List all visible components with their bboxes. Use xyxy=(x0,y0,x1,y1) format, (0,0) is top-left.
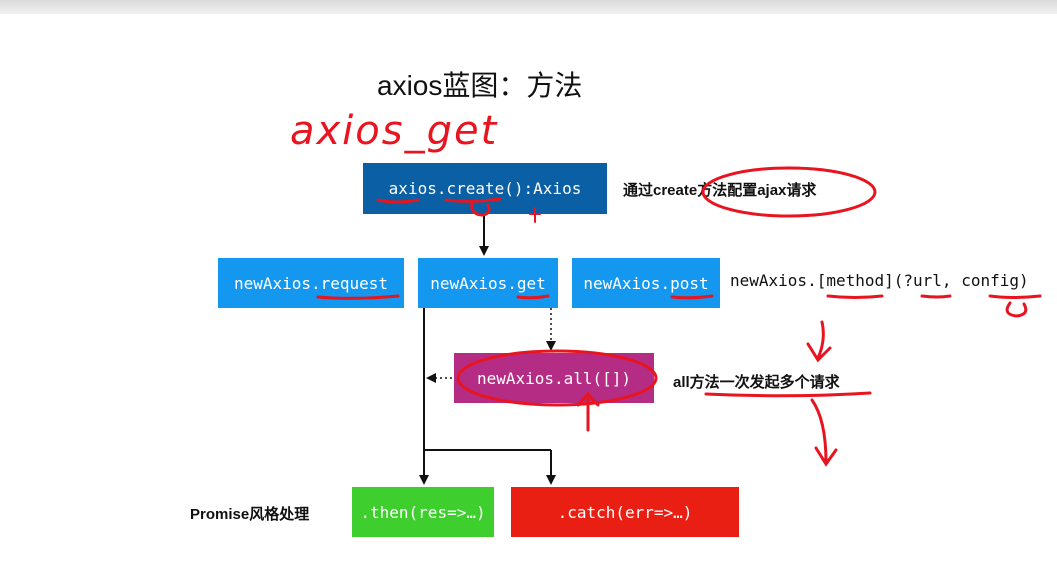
underline-url xyxy=(920,294,952,299)
scribble-config xyxy=(1005,301,1028,318)
underline-axios xyxy=(376,198,420,204)
arrow-down-lower xyxy=(810,398,838,467)
red-ink-marks xyxy=(316,166,1042,467)
circle-all-box xyxy=(456,349,658,407)
scribble-under-create xyxy=(470,201,491,217)
underline-all-description xyxy=(704,391,872,398)
underline-post xyxy=(670,294,714,300)
small-plus-mark xyxy=(529,207,541,223)
circle-create-description xyxy=(701,166,877,218)
underline-get xyxy=(516,294,550,300)
underline-method xyxy=(826,294,884,299)
underline-config xyxy=(988,294,1042,299)
connector-overlay xyxy=(316,166,1042,485)
underline-request xyxy=(316,294,400,300)
arrow-down-upper xyxy=(806,320,832,363)
arrow-up-into-all xyxy=(576,391,600,432)
underline-create xyxy=(444,197,502,203)
